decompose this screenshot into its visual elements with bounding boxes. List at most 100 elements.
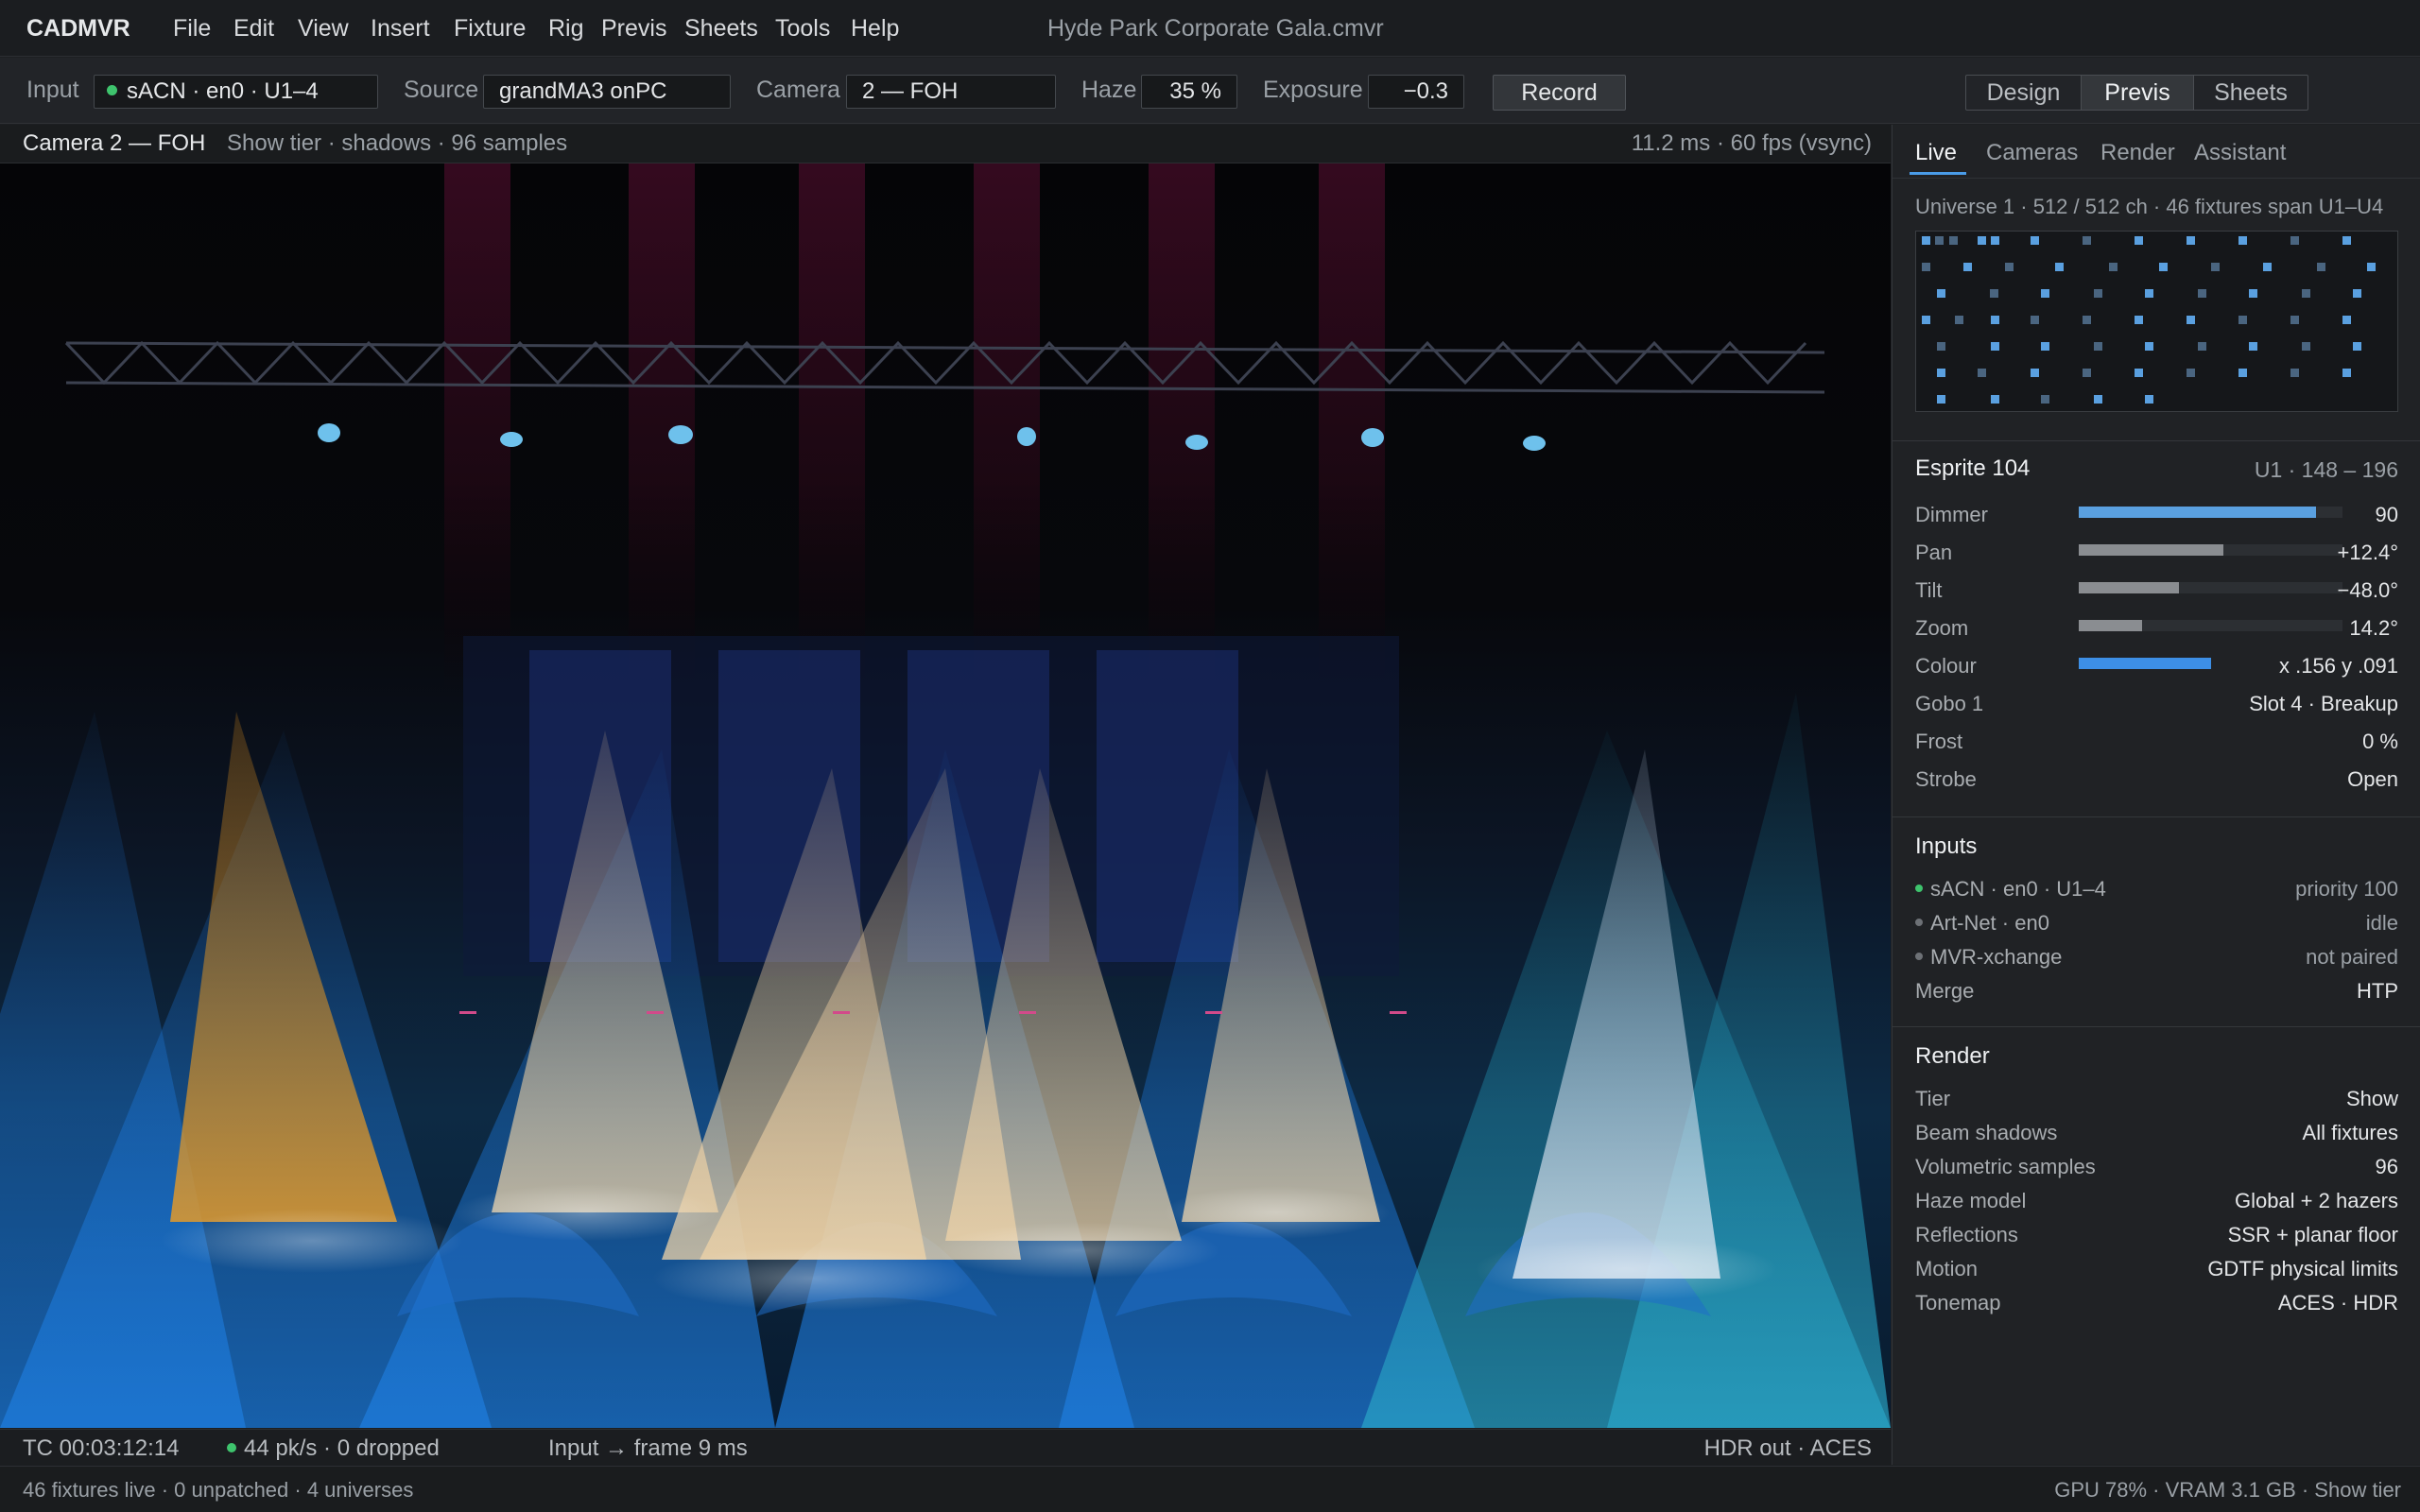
- param-fill: [2079, 582, 2180, 593]
- source-label: Source: [404, 77, 479, 103]
- fixture-name: Esprite 104: [1915, 455, 2031, 481]
- menu-sheets[interactable]: Sheets: [684, 15, 758, 43]
- viewport-camera-label: Camera 2 — FOH: [23, 130, 206, 156]
- param-label: Colour: [1915, 654, 1977, 678]
- packet-rate-text: 44 pk/s · 0 dropped: [244, 1435, 440, 1461]
- menu-view[interactable]: View: [298, 15, 349, 43]
- haze-label: Haze: [1081, 77, 1137, 103]
- render-row-label: Haze model: [1915, 1189, 2027, 1212]
- param-slider[interactable]: [2079, 582, 2342, 593]
- input-row-value: not paired: [2306, 945, 2398, 969]
- viewport-fps: 11.2 ms · 60 fps (vsync): [1631, 130, 1872, 156]
- param-value: +12.4°: [2337, 541, 2398, 564]
- source-selector[interactable]: grandMA3 onPC: [483, 75, 731, 109]
- gobo-value[interactable]: Slot 4 · Breakup: [2249, 692, 2398, 716]
- param-value: −48.0°: [2337, 578, 2398, 602]
- render-title: Render: [1915, 1043, 1990, 1069]
- merge-label: Merge: [1915, 979, 1975, 1003]
- param-value: 90: [2375, 503, 2398, 526]
- input-status-icon: [107, 85, 117, 96]
- universe-info: Universe 1 · 512 / 512 ch · 46 fixtures …: [1915, 195, 2384, 218]
- output-mode: HDR out · ACES: [1703, 1435, 1872, 1461]
- param-fill: [2079, 620, 2142, 631]
- tab-live[interactable]: Live: [1915, 140, 1957, 166]
- fixture-address: U1 · 148 – 196: [2254, 457, 2398, 482]
- status-gpu: GPU 78% · VRAM 3.1 GB · Show tier: [2054, 1478, 2401, 1502]
- param-slider[interactable]: [2079, 620, 2342, 631]
- input-row-value: priority 100: [2295, 877, 2398, 901]
- packet-rate: 44 pk/s · 0 dropped: [227, 1435, 440, 1462]
- status-dot-icon: [1915, 953, 1923, 961]
- viewport-render-info: Show tier · shadows · 96 samples: [227, 130, 568, 156]
- frost-value[interactable]: 0 %: [2362, 730, 2398, 754]
- input-latency: Input → frame 9 ms: [548, 1435, 748, 1461]
- param-slider[interactable]: [2079, 544, 2342, 556]
- param-value: x .156 y .091: [2279, 654, 2398, 678]
- menu-fixture[interactable]: Fixture: [454, 15, 526, 43]
- input-row-value: idle: [2365, 911, 2398, 935]
- render-row-value[interactable]: SSR + planar floor: [2228, 1223, 2398, 1247]
- side-tabs: Live Cameras Render Assistant: [1893, 125, 2420, 179]
- render-row-value[interactable]: ACES · HDR: [2278, 1291, 2398, 1315]
- input-row-mvr[interactable]: MVR-xchange: [1915, 945, 2062, 970]
- haze-field[interactable]: 35 %: [1141, 75, 1237, 109]
- render-row-label: Volumetric samples: [1915, 1155, 2096, 1178]
- menu-insert[interactable]: Insert: [371, 15, 430, 43]
- param-label: Zoom: [1915, 616, 1969, 640]
- render-row-value[interactable]: Global + 2 hazers: [2235, 1189, 2398, 1213]
- menu-file[interactable]: File: [173, 15, 211, 43]
- record-button[interactable]: Record: [1493, 75, 1626, 111]
- mode-previs-button[interactable]: Previs: [2082, 76, 2194, 110]
- side-panel: Live Cameras Render Assistant Universe 1…: [1892, 125, 2420, 1465]
- render-row-label: Motion: [1915, 1257, 1979, 1280]
- input-selector[interactable]: sACN · en0 · U1–4: [94, 75, 378, 109]
- param-label: Tilt: [1915, 578, 1943, 602]
- active-tab-indicator: [1910, 172, 1966, 175]
- menu-rig[interactable]: Rig: [548, 15, 584, 43]
- dmx-channel-grid[interactable]: [1915, 231, 2398, 412]
- mode-sheets-button[interactable]: Sheets: [2194, 76, 2308, 110]
- merge-value[interactable]: HTP: [2357, 979, 2398, 1004]
- packet-status-icon: [227, 1442, 236, 1452]
- render-row-value[interactable]: GDTF physical limits: [2207, 1257, 2398, 1281]
- strobe-value[interactable]: Open: [2347, 767, 2398, 792]
- param-fill: [2079, 507, 2317, 518]
- tab-render[interactable]: Render: [2100, 140, 2175, 166]
- divider: [1893, 816, 2420, 817]
- menu-edit[interactable]: Edit: [233, 15, 274, 43]
- menu-tools[interactable]: Tools: [775, 15, 830, 43]
- status-bar: 46 fixtures live · 0 unpatched · 4 unive…: [0, 1466, 2420, 1512]
- render-row-label: Reflections: [1915, 1223, 2018, 1246]
- param-slider[interactable]: [2079, 507, 2342, 518]
- render-row-value[interactable]: 96: [2376, 1155, 2398, 1179]
- input-value: sACN · en0 · U1–4: [127, 78, 319, 104]
- input-row-sacn[interactable]: sACN · en0 · U1–4: [1915, 877, 2106, 902]
- app-name: CADMVR: [26, 15, 130, 42]
- previs-viewport[interactable]: [0, 163, 1891, 1428]
- menu-help[interactable]: Help: [851, 15, 899, 43]
- stage-render: [0, 163, 1891, 1428]
- render-row-value[interactable]: All fixtures: [2303, 1121, 2398, 1145]
- tab-assistant[interactable]: Assistant: [2194, 140, 2286, 166]
- input-label: Input: [26, 77, 79, 103]
- timecode: TC 00:03:12:14: [23, 1435, 180, 1461]
- mode-switch: Design Previs Sheets: [1965, 75, 2308, 111]
- toolbar: Input sACN · en0 · U1–4 Source grandMA3 …: [0, 58, 2420, 124]
- tab-cameras[interactable]: Cameras: [1986, 140, 2078, 166]
- render-row-label: Beam shadows: [1915, 1121, 2058, 1144]
- menu-previs[interactable]: Previs: [601, 15, 666, 43]
- param-fill: [2079, 658, 2211, 669]
- exposure-field[interactable]: −0.3: [1368, 75, 1464, 109]
- gobo-label: Gobo 1: [1915, 692, 1984, 715]
- status-fixtures: 46 fixtures live · 0 unpatched · 4 unive…: [23, 1478, 414, 1502]
- param-label: Pan: [1915, 541, 1953, 564]
- input-row-label: MVR-xchange: [1930, 945, 2063, 969]
- param-value: 14.2°: [2349, 616, 2398, 640]
- document-title: Hyde Park Corporate Gala.cmvr: [1047, 15, 1384, 42]
- mode-design-button[interactable]: Design: [1966, 76, 2082, 110]
- camera-selector[interactable]: 2 — FOH: [846, 75, 1056, 109]
- exposure-label: Exposure: [1263, 77, 1363, 103]
- input-row-artnet[interactable]: Art-Net · en0: [1915, 911, 2049, 936]
- render-row-value[interactable]: Show: [2346, 1087, 2398, 1111]
- param-fill: [2079, 544, 2224, 556]
